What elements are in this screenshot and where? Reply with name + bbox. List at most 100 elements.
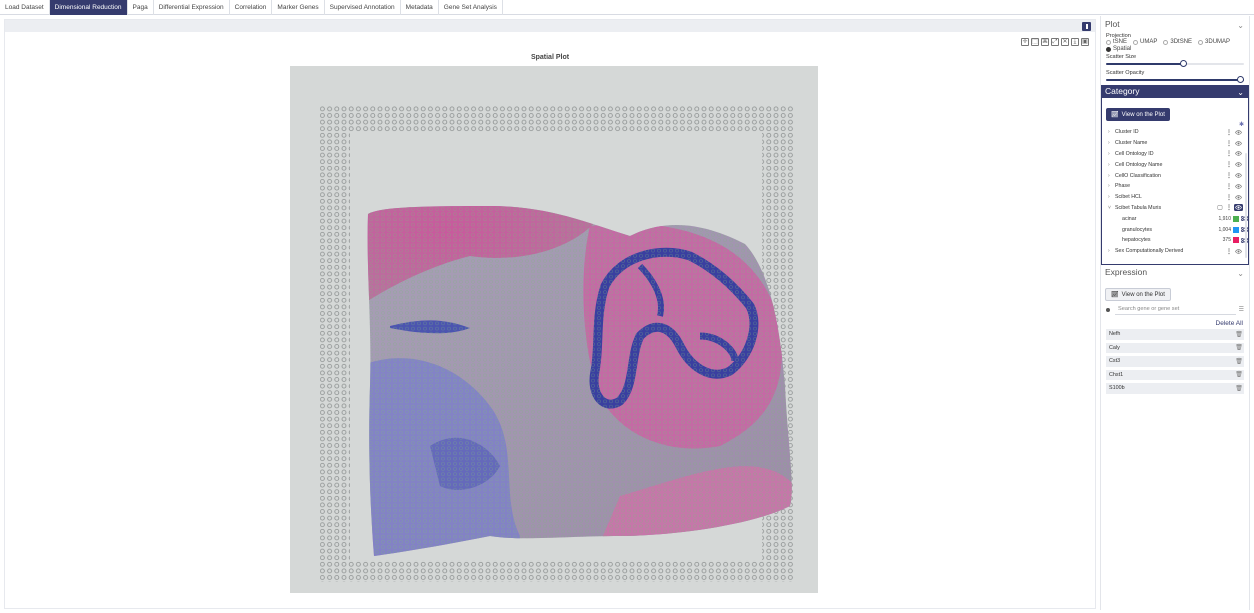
chart-icon: 📈︎ [1111,112,1119,118]
gene-row[interactable]: Caly 🗑︎ [1106,342,1244,353]
more-vertical-icon[interactable]: ⋮ [1226,194,1232,201]
trash-icon[interactable]: 🗑︎ [1234,358,1244,365]
chevron-right-icon[interactable]: › [1108,173,1115,179]
scatter-opacity-slider[interactable] [1106,76,1244,84]
tab-marker-genes[interactable]: Marker Genes [272,0,325,15]
color-swatch[interactable] [1233,226,1239,233]
gene-label: Cst3 [1109,358,1121,365]
category-item[interactable]: ˅ Scibet Tabula Muris ▢ ⋮ [1102,203,1248,214]
category-item-label: Scibet HCL [1115,194,1142,201]
gene-label: Chst1 [1109,371,1124,378]
eye-icon[interactable] [1234,172,1243,179]
plot-section-header[interactable]: Plot ⌄ [1101,18,1249,31]
eye-icon[interactable] [1234,150,1243,157]
category-item[interactable]: › Cluster Name ⋮ [1102,138,1248,149]
expression-view-on-plot-button[interactable]: 📈︎ View on the Plot [1105,288,1171,301]
chevron-right-icon[interactable]: › [1108,140,1115,146]
slider-handle[interactable] [1237,76,1244,83]
gene-row[interactable]: S100b 🗑︎ [1106,383,1244,394]
projection-option-3dumap[interactable]: 3DUMAP [1198,39,1230,46]
color-swatch[interactable] [1233,215,1239,222]
gene-search-input[interactable]: Search gene or gene set [1115,304,1236,315]
category-scrollbar[interactable] [1245,153,1247,258]
chevron-right-icon[interactable]: › [1108,194,1115,200]
box-select-icon[interactable]: ⬚ [1031,38,1039,46]
gene-search: Search gene or gene set ☰ [1106,304,1244,315]
scatter-size-slider[interactable] [1106,60,1244,68]
tab-gene-set-analysis[interactable]: Gene Set Analysis [439,0,503,15]
eye-icon[interactable] [1234,248,1243,255]
sidebar-toggle-button[interactable] [1082,22,1091,31]
more-vertical-icon[interactable]: ⋮ [1226,183,1232,190]
tab-correlation[interactable]: Correlation [230,0,273,15]
category-section-header[interactable]: Category ⌄ [1101,85,1249,98]
slider-handle[interactable] [1179,60,1187,67]
eye-icon[interactable] [1234,183,1243,190]
category-item[interactable]: › Scibet HCL ⋮ [1102,192,1248,203]
projection-option-3dtsne[interactable]: 3DtSNE [1163,39,1192,46]
eye-icon[interactable] [1234,161,1243,168]
tab-paga[interactable]: Paga [128,0,154,15]
trash-icon[interactable]: 🗑︎ [1234,331,1244,338]
category-value-row[interactable]: granulocytes 1,004 [1102,224,1248,235]
chevron-right-icon[interactable]: › [1108,129,1115,135]
category-value-row[interactable]: acinar 1,910 [1102,213,1248,224]
tab-dimensional-reduction[interactable]: Dimensional Reduction [49,0,128,15]
more-vertical-icon[interactable]: ⋮ [1226,204,1232,211]
gene-row[interactable]: Chst1 🗑︎ [1106,369,1244,380]
category-list: › Cluster ID ⋮ › Cluster Name ⋮ › Cell Ontology… [1102,127,1248,257]
chevron-right-icon[interactable]: › [1108,183,1115,189]
filter-icon[interactable]: ☰ [1236,306,1244,313]
trash-icon[interactable]: 🗑︎ [1234,344,1244,351]
chevron-right-icon[interactable]: › [1108,151,1115,157]
more-vertical-icon[interactable]: ⋮ [1226,248,1232,255]
spatial-tissue-image[interactable] [290,66,818,593]
autoscale-icon[interactable]: ⤢ [1051,38,1059,46]
gene-row[interactable]: Nefh 🗑︎ [1106,329,1244,340]
eye-icon[interactable] [1234,129,1243,136]
more-vertical-icon[interactable]: ⋮ [1226,140,1232,147]
eye-icon[interactable] [1234,194,1243,201]
more-vertical-icon[interactable]: ⋮ [1226,129,1232,136]
tab-load-dataset[interactable]: Load Dataset [0,0,50,15]
save-icon[interactable]: ▣ [1081,38,1089,46]
category-item[interactable]: › Cell Ontology Name ⋮ [1102,159,1248,170]
category-value-row[interactable]: hepatocytes 375 [1102,235,1248,246]
more-vertical-icon[interactable]: ⋮ [1226,172,1232,179]
projection-option-tsne[interactable]: tSNE [1106,39,1127,46]
gene-row[interactable]: Cst3 🗑︎ [1106,356,1244,367]
chevron-right-icon[interactable]: › [1108,248,1115,254]
chevron-down-icon[interactable]: ˅ [1108,205,1115,211]
more-vertical-icon[interactable]: ⋮ [1226,161,1232,168]
category-item-label: Cluster Name [1115,140,1148,147]
projection-option-label: 3DUMAP [1205,39,1231,45]
projection-option-umap[interactable]: UMAP [1133,39,1157,46]
color-swatch[interactable] [1233,237,1239,244]
tab-differential-expression[interactable]: Differential Expression [154,0,230,15]
tab-metadata[interactable]: Metadata [401,0,439,15]
category-item[interactable]: › CellO Classification ⋮ [1102,170,1248,181]
projection-option-spatial[interactable]: Spatial [1106,46,1131,53]
category-item-label: Phase [1115,183,1131,190]
category-item[interactable]: › Cluster ID ⋮ [1102,127,1248,138]
category-item[interactable]: › Phase ⋮ [1102,181,1248,192]
reset-axes-icon[interactable]: ✕ [1061,38,1069,46]
lasso-select-icon[interactable]: ⌘ [1041,38,1049,46]
download-icon[interactable]: ⤓ [1071,38,1079,46]
category-view-on-plot-button[interactable]: 📈︎ View on the Plot [1106,108,1170,121]
comment-icon[interactable]: ▢ [1217,204,1223,211]
chevron-right-icon[interactable]: › [1108,162,1115,168]
expression-section-header[interactable]: Expression ⌄ [1101,266,1249,279]
eye-icon[interactable] [1234,140,1243,147]
tab-supervised-annotation[interactable]: Supervised Annotation [325,0,401,15]
trash-icon[interactable]: 🗑︎ [1234,371,1244,378]
category-item[interactable]: › Sex Computationally Derived ⋮ [1102,246,1248,257]
expression-section-title: Expression [1105,267,1148,277]
eye-icon[interactable] [1234,204,1243,212]
more-vertical-icon[interactable]: ⋮ [1226,150,1232,157]
category-value-label: hepatocytes [1122,237,1151,244]
delete-all-button[interactable]: Delete All [1101,319,1249,329]
trash-icon[interactable]: 🗑︎ [1234,385,1244,392]
category-item[interactable]: › Cell Ontology ID ⋮ [1102,149,1248,160]
pan-icon[interactable]: ✛ [1021,38,1029,46]
